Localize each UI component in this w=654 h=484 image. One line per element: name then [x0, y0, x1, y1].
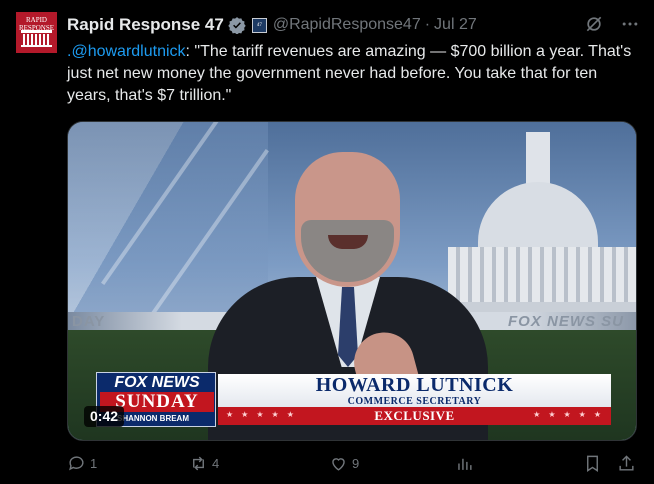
wall-text-left: DAY [72, 313, 106, 330]
views-button[interactable] [455, 454, 474, 473]
logo-host: SHANNON BREAM [117, 414, 189, 423]
avatar-building-icon [23, 34, 50, 45]
avatar-building-base [21, 45, 52, 47]
avatar-text-1: RAPID [25, 16, 47, 24]
like-icon [332, 458, 345, 471]
share-button[interactable] [617, 454, 636, 473]
views-icon [458, 458, 472, 470]
reply-button[interactable]: 1 [67, 454, 97, 473]
guest-name: HOWARD LUTNICK [315, 374, 514, 396]
tweet-header: Rapid Response 47 47 @RapidResponse47 · … [67, 14, 477, 36]
video-duration: 0:42 [84, 406, 125, 427]
bookmark-icon [587, 455, 598, 472]
name-plate: HOWARD LUTNICK COMMERCE SECRETARY [218, 374, 611, 407]
news-lower-third: FOX NEWS SUNDAY SHANNON BREAM HOWARD LUT… [96, 372, 611, 427]
exclusive-bar: ★★★★★ EXCLUSIVE ★★★★★ [218, 407, 611, 425]
bookmark-button[interactable] [583, 454, 602, 473]
avatar[interactable]: RAPID RESPONSE [16, 12, 57, 53]
share-icon [619, 455, 634, 471]
verified-badge-icon[interactable] [228, 16, 246, 34]
reply-icon [69, 456, 84, 471]
user-handle[interactable]: @RapidResponse47 [273, 16, 421, 34]
guest-title: COMMERCE SECRETARY [347, 396, 482, 407]
repost-button[interactable]: 4 [189, 454, 219, 473]
more-icon[interactable] [620, 14, 640, 34]
tweet-date[interactable]: Jul 27 [434, 16, 477, 34]
affiliation-badge-icon[interactable]: 47 [251, 17, 267, 33]
like-count: 9 [352, 456, 360, 471]
like-button[interactable]: 9 [329, 454, 359, 473]
logo-network: FOX NEWS [114, 374, 200, 391]
tweet-top-actions [584, 14, 640, 34]
wall-text-right: FOX NEWS SU [508, 313, 625, 330]
tweet-actions: 1 4 9 [67, 454, 637, 476]
capitol-lantern [526, 132, 550, 187]
stars-right-decoration: ★★★★★ [533, 410, 609, 419]
repost-count: 4 [212, 456, 220, 471]
avatar-building-roof [21, 30, 52, 33]
grok-icon[interactable] [584, 14, 604, 34]
tweet-text: .@howardlutnick: "The tariff revenues ar… [67, 41, 637, 107]
mention-link[interactable]: .@howardlutnick [67, 43, 186, 60]
video-player[interactable]: DAY FOX NEWS SU FOX NEWS SUNDAY SHANNON … [67, 121, 637, 441]
separator-dot: · [424, 16, 431, 33]
reply-count: 1 [90, 456, 98, 471]
display-name[interactable]: Rapid Response 47 [67, 15, 224, 35]
repost-icon [193, 456, 204, 471]
